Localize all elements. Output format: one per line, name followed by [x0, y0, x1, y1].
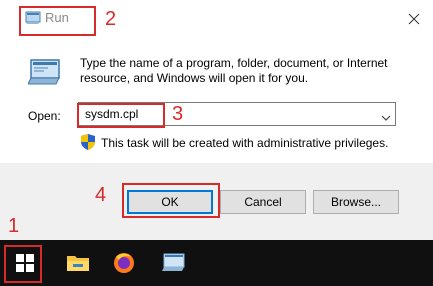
program-icon: [27, 58, 62, 89]
taskbar-run[interactable]: [151, 240, 197, 286]
uac-shield-icon: [80, 133, 96, 154]
dialog-body: Type the name of a program, folder, docu…: [0, 38, 433, 163]
annotation-number-4: 4: [95, 184, 107, 206]
annotation-box-start: [4, 245, 42, 283]
folder-icon: [67, 256, 89, 271]
run-icon: [162, 253, 185, 271]
annotation-number-1: 1: [8, 215, 20, 237]
cancel-button[interactable]: Cancel: [220, 190, 306, 214]
admin-notice: This task will be created with administr…: [101, 136, 389, 150]
taskbar-firefox[interactable]: [101, 240, 147, 286]
close-button[interactable]: [401, 6, 427, 32]
annotation-box-ok: [122, 183, 220, 218]
browse-button[interactable]: Browse...: [313, 190, 399, 214]
annotation-box-run-title: [19, 6, 96, 36]
annotation-box-command: [77, 103, 165, 128]
chevron-down-icon[interactable]: [381, 110, 391, 124]
annotation-number-3: 3: [172, 103, 184, 125]
taskbar: [0, 240, 433, 286]
dialog-description: Type the name of a program, folder, docu…: [80, 56, 388, 85]
open-label: Open:: [28, 109, 61, 123]
firefox-icon: [114, 253, 134, 273]
annotation-number-2: 2: [105, 8, 117, 30]
close-icon: [408, 13, 420, 25]
taskbar-file-explorer[interactable]: [55, 240, 101, 286]
